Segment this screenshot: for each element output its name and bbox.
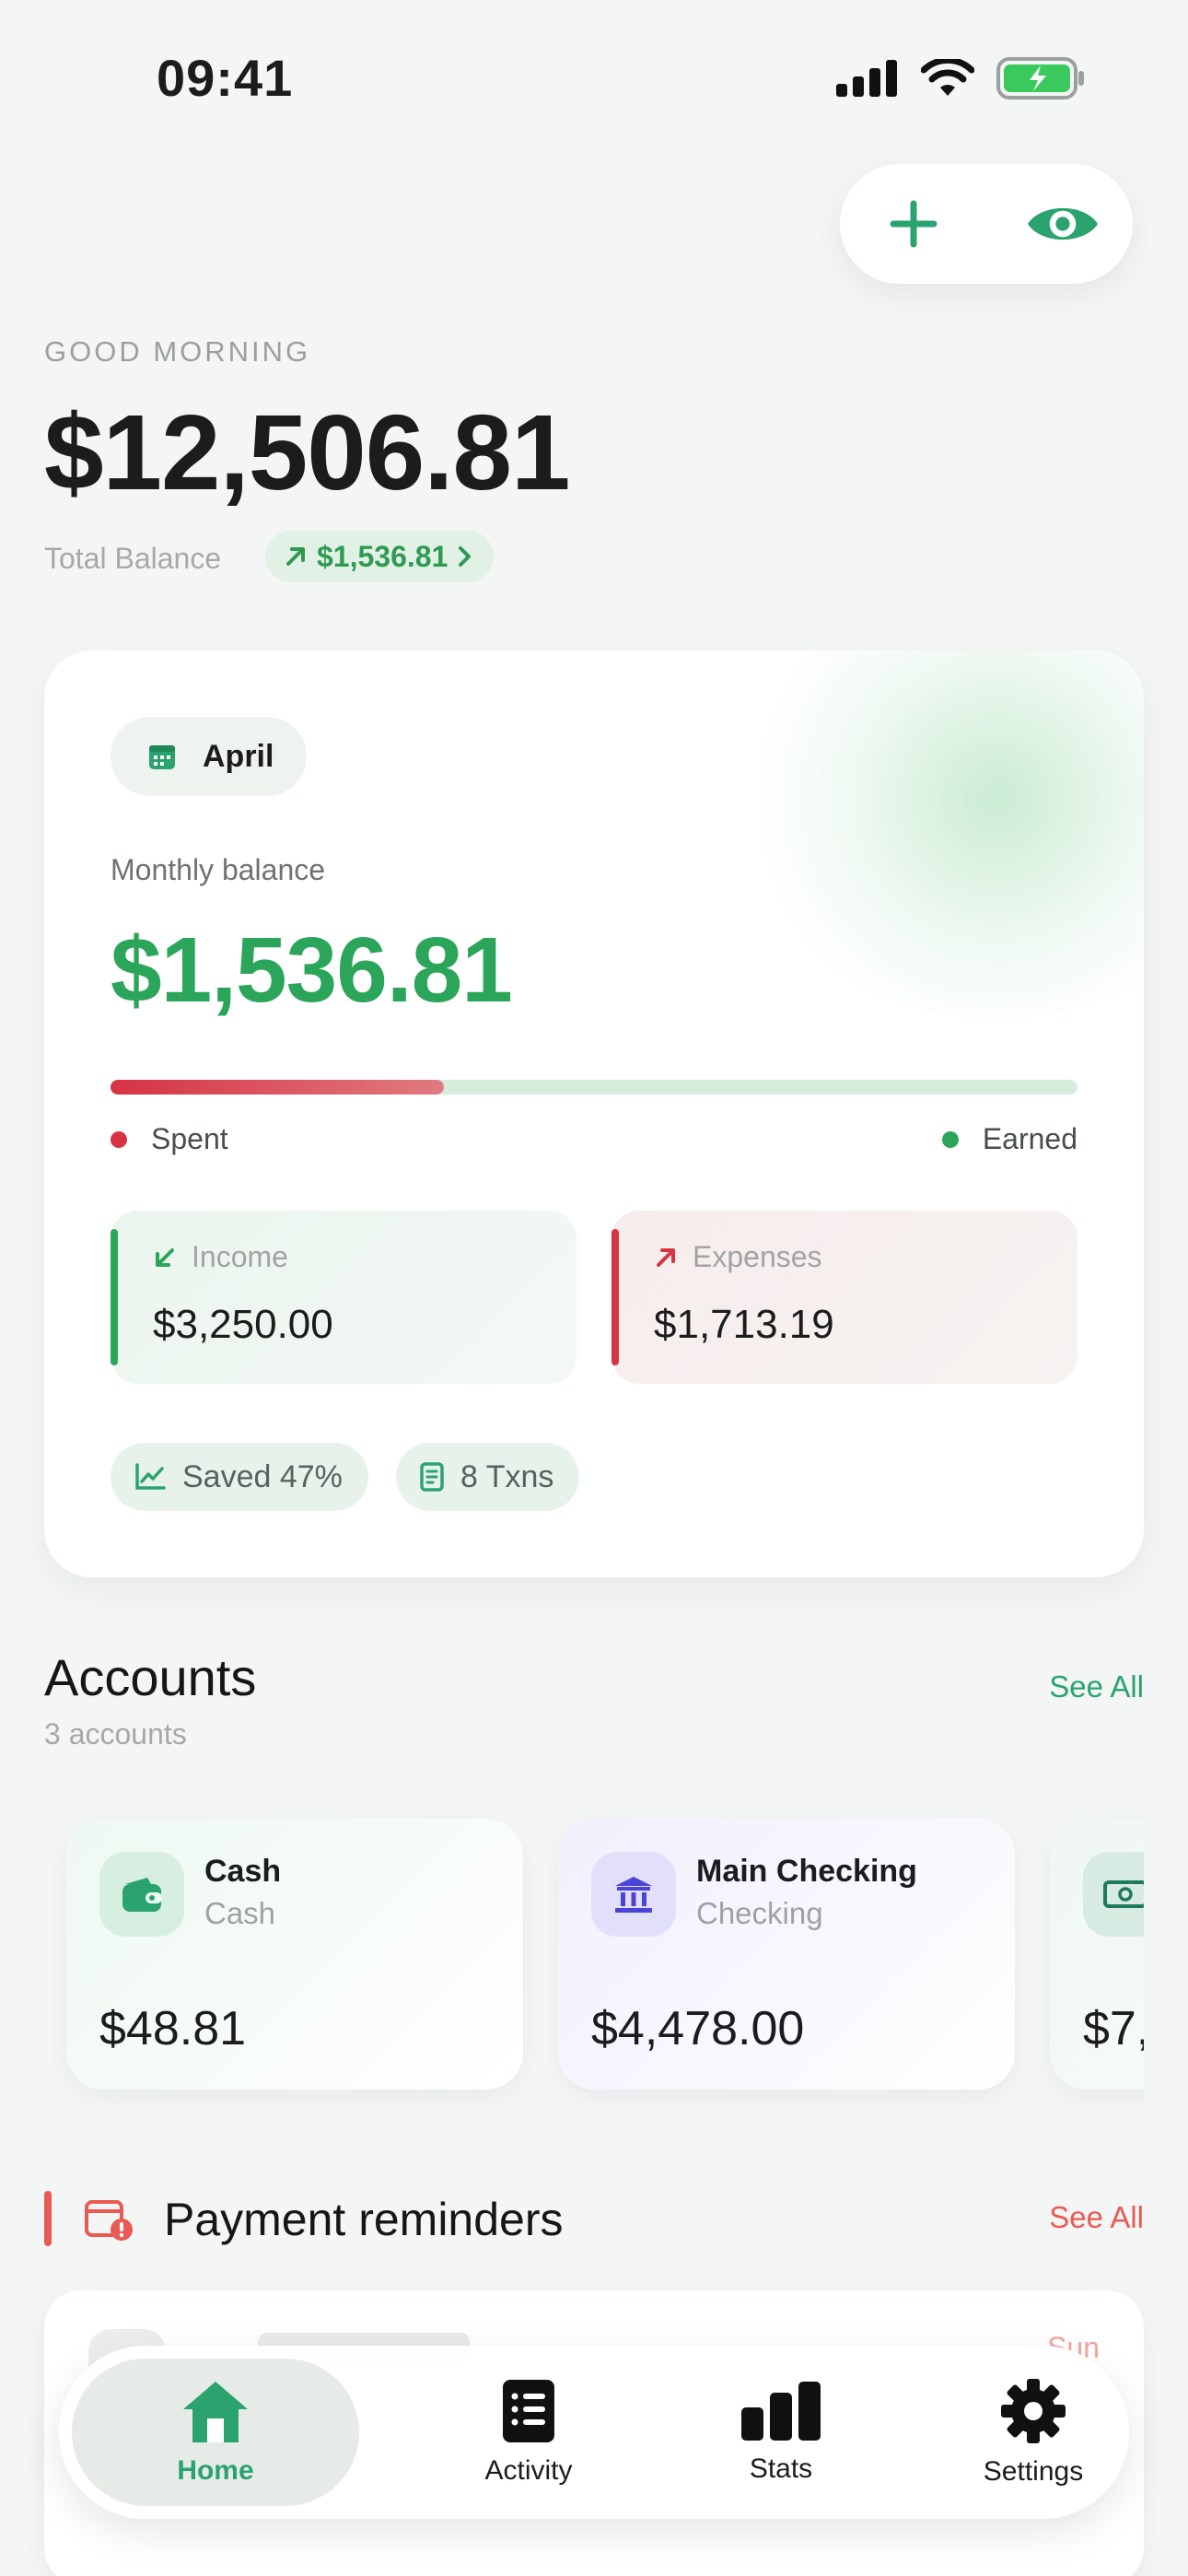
banknote-icon: [1083, 1852, 1144, 1937]
nav-stats[interactable]: Stats: [654, 2346, 908, 2519]
calendar-alert-icon: [85, 2196, 134, 2247]
account-name: Main Checking: [696, 1854, 917, 1889]
account-type: Cash: [204, 1896, 276, 1930]
account-card-cash[interactable]: Cash Cash $48.81: [66, 1819, 523, 2090]
list-icon: [503, 2380, 554, 2442]
payment-reminders-title: Payment reminders: [164, 2194, 564, 2245]
chart-trend-icon: [135, 1463, 166, 1490]
month-selector[interactable]: April: [111, 717, 308, 796]
chevron-right-icon: [459, 546, 472, 567]
calendar-icon: [149, 745, 175, 769]
expenses-value: $1,713.19: [654, 1302, 834, 1347]
spent-earned-bar: [111, 1080, 1077, 1095]
nav-settings-label: Settings: [983, 2456, 1084, 2487]
status-time: 09:41: [157, 49, 294, 107]
status-icons: [836, 57, 1085, 100]
account-card-partial[interactable]: $7,: [1050, 1819, 1144, 2090]
expenses-label: Expenses: [693, 1240, 822, 1273]
bank-icon: [591, 1852, 676, 1937]
account-name: Cash: [204, 1854, 282, 1889]
accounts-see-all-link[interactable]: See All: [1049, 1669, 1144, 1704]
arrow-down-left-icon: [156, 1247, 174, 1267]
nav-settings[interactable]: Settings: [906, 2346, 1160, 2519]
earned-dot: [941, 1130, 959, 1148]
signal-icon: [836, 60, 897, 97]
nav-home-label: Home: [177, 2455, 254, 2486]
saved-tag-label: Saved 47%: [182, 1458, 343, 1494]
month-label: April: [203, 738, 274, 774]
battery-icon: [996, 57, 1084, 100]
accounts-count: 3 accounts: [44, 1717, 187, 1751]
accounts-carousel[interactable]: Cash Cash $48.81 Main Checking Checking …: [44, 1797, 1144, 2126]
reminders-see-all-link[interactable]: See All: [1049, 2200, 1144, 2235]
monthly-balance-label: Monthly balance: [111, 853, 326, 886]
add-button[interactable]: [877, 187, 950, 261]
nav-activity[interactable]: Activity: [402, 2346, 656, 2519]
transactions-tag: 8 Txns: [396, 1443, 580, 1511]
greeting: GOOD MORNING: [44, 335, 311, 368]
eye-icon: [1027, 207, 1099, 240]
wifi-icon: [921, 59, 974, 96]
plus-icon: [890, 200, 938, 248]
total-balance: $12,506.81: [44, 392, 571, 512]
income-box[interactable]: Income $3,250.00: [111, 1211, 577, 1384]
account-balance: $48.81: [99, 2002, 247, 2055]
transactions-tag-label: 8 Txns: [460, 1458, 554, 1494]
monthly-balance: $1,536.81: [111, 919, 513, 1022]
bar-chart-icon: [741, 2382, 821, 2441]
receipt-icon: [420, 1462, 444, 1492]
expenses-accent-bar: [611, 1229, 619, 1365]
top-actions: [840, 164, 1133, 284]
arrow-up-right-icon: [657, 1247, 675, 1267]
account-balance: $4,478.00: [591, 2002, 805, 2055]
legend-spent: Spent: [111, 1122, 228, 1156]
legend-earned: Earned: [941, 1122, 1077, 1156]
accounts-title: Accounts: [44, 1648, 257, 1706]
total-balance-label: Total Balance: [44, 542, 222, 575]
monthly-summary-card: April Monthly balance $1,536.81 Spent Ea…: [44, 650, 1144, 1577]
account-balance: $7,: [1083, 2002, 1144, 2055]
balance-change-value: $1,536.81: [317, 539, 448, 573]
income-label: Income: [192, 1240, 288, 1273]
spent-bar-fill: [111, 1080, 445, 1095]
reminders-accent-bar: [44, 2191, 52, 2246]
toggle-visibility-button[interactable]: [1026, 187, 1100, 261]
nav-home[interactable]: Home: [72, 2359, 359, 2506]
expenses-box[interactable]: Expenses $1,713.19: [611, 1211, 1077, 1384]
saved-tag: Saved 47%: [111, 1443, 368, 1511]
legend-spent-label: Spent: [151, 1122, 228, 1155]
arrow-up-right-icon: [286, 547, 305, 566]
spent-dot: [111, 1130, 127, 1148]
card-glow: [739, 650, 1144, 1019]
nav-activity-label: Activity: [484, 2455, 573, 2486]
income-value: $3,250.00: [153, 1302, 333, 1347]
gear-icon: [1001, 2379, 1066, 2443]
income-accent-bar: [111, 1229, 118, 1365]
balance-change-badge[interactable]: $1,536.81: [265, 531, 495, 582]
nav-stats-label: Stats: [749, 2453, 813, 2484]
home-icon: [183, 2382, 248, 2442]
legend-earned-label: Earned: [982, 1122, 1077, 1155]
bottom-nav: Home Activity Stats Settings: [59, 2346, 1129, 2519]
account-card-main-checking[interactable]: Main Checking Checking $4,478.00: [558, 1819, 1015, 2090]
account-type: Checking: [696, 1896, 823, 1930]
wallet-icon: [99, 1852, 184, 1937]
